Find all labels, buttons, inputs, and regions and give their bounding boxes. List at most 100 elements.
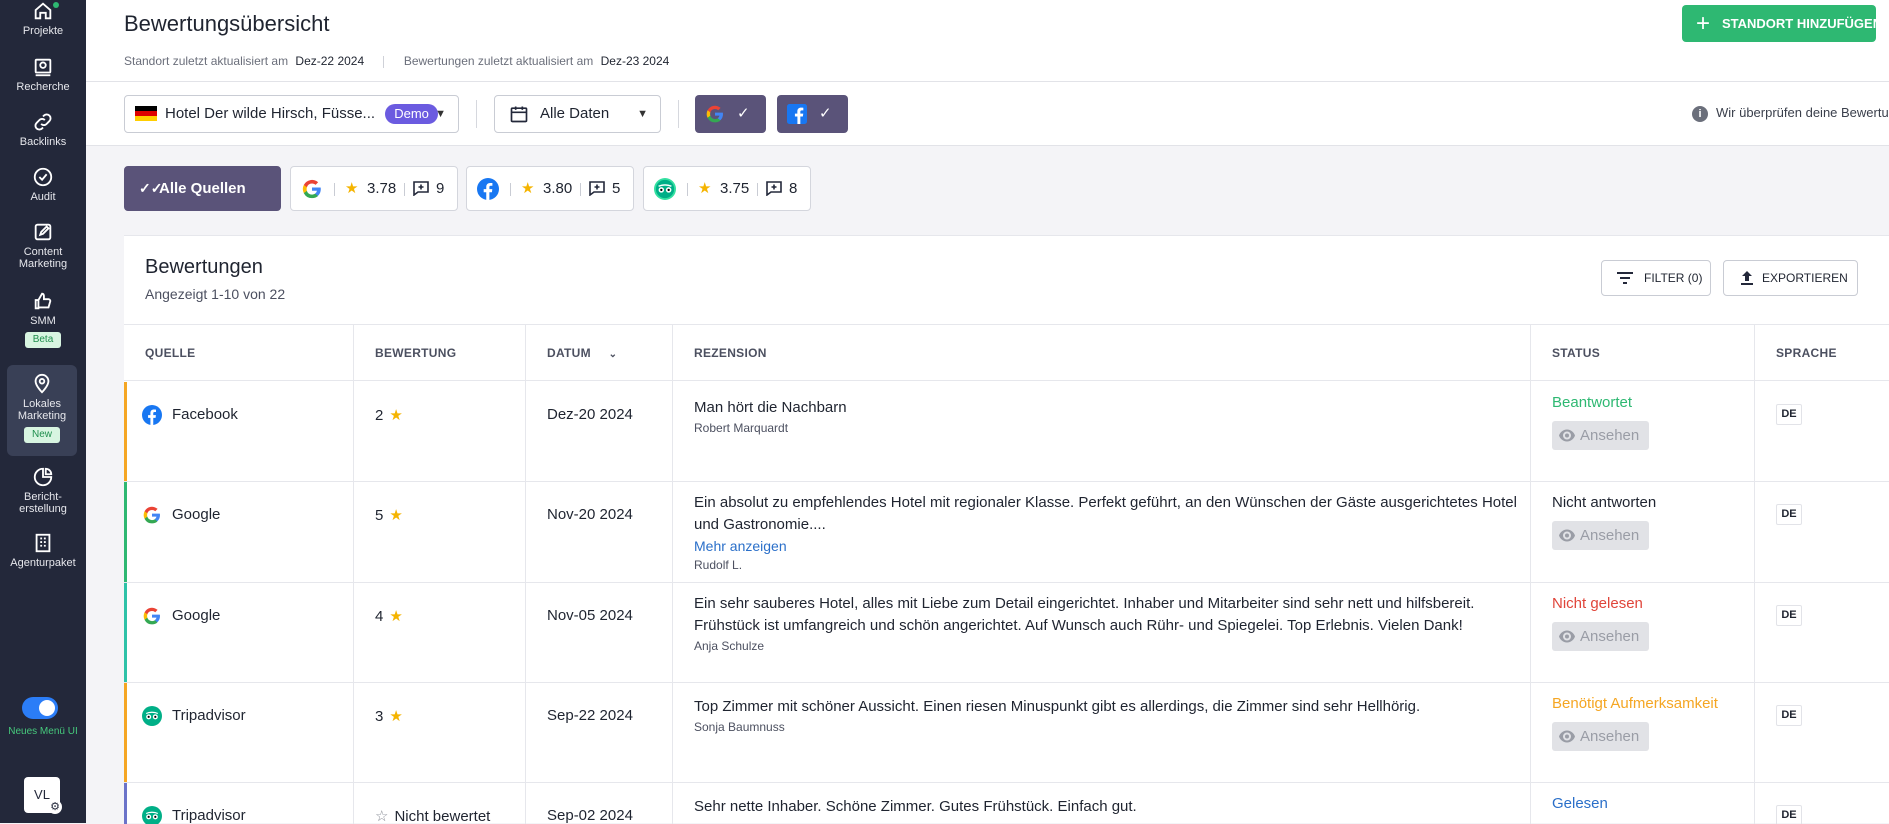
rating-value: 3: [375, 708, 384, 725]
date-cell: Sep-22 2024: [526, 683, 673, 782]
review-body: Sehr nette Inhaber. Schöne Zimmer. Gutes…: [694, 798, 1137, 815]
show-more-link[interactable]: Mehr anzeigen: [694, 536, 1534, 556]
date-select[interactable]: Alle Daten ▼: [494, 95, 661, 133]
filter-toolbar: Hotel Der wilde Hirsch, Füsse... Demo ▼ …: [86, 82, 1889, 146]
status-cell: Gelesen: [1531, 783, 1755, 824]
source-cell: Facebook: [124, 382, 354, 481]
reviews-updated-date: Dez-23 2024: [600, 54, 670, 68]
star-icon: ★: [389, 708, 403, 725]
table-row[interactable]: Google 4 ★ Nov-05 2024 Ein sehr sauberes …: [124, 583, 1889, 683]
rating: 3 ★: [375, 707, 403, 725]
facebook-review-count: 5: [612, 180, 621, 197]
all-sources-label: Alle Quellen: [159, 180, 246, 197]
view-button[interactable]: Ansehen: [1552, 722, 1649, 751]
google-logo-icon: [302, 179, 321, 199]
sidebar-item-agenturpaket[interactable]: Agenturpaket: [0, 532, 86, 569]
home-icon: [34, 2, 52, 20]
column-header-status: STATUS: [1531, 325, 1755, 382]
review-body: Ein sehr sauberes Hotel, alles mit Liebe…: [694, 595, 1475, 634]
rating-value: 2: [375, 407, 384, 424]
filter-button[interactable]: FILTER (0): [1601, 260, 1711, 296]
tripadvisor-logo-icon: [142, 706, 162, 726]
reviews-updated-label: Bewertungen zuletzt aktualisiert am: [403, 54, 594, 68]
tripadvisor-source-chip[interactable]: ★ 3.75 8: [643, 166, 811, 211]
notification-dot: [53, 2, 59, 8]
review-cell: Top Zimmer mit schöner Aussicht. Einen r…: [673, 683, 1531, 782]
status-label: Benötigt Aufmerksamkeit: [1552, 695, 1718, 712]
table-row[interactable]: Google 5 ★ Nov-20 2024 Ein absolut zu emp…: [124, 482, 1889, 583]
sidebar-item-label: Content Marketing: [18, 246, 68, 270]
export-button[interactable]: EXPORTIEREN: [1723, 260, 1858, 296]
page-title: Bewertungsübersicht: [124, 11, 330, 36]
eye-icon: [1559, 630, 1575, 643]
review-text: Ein absolut zu empfehlendes Hotel mit re…: [694, 492, 1534, 574]
google-logo-icon: [706, 105, 723, 123]
google-review-count: 9: [436, 180, 445, 197]
view-button[interactable]: Ansehen: [1552, 521, 1649, 550]
export-label: EXPORTIEREN: [1762, 271, 1848, 285]
sidebar-item-berichterstellung[interactable]: Bericht-erstellung: [0, 466, 86, 515]
star-icon: ★: [345, 180, 359, 197]
date-cell: Sep-02 2024: [526, 783, 673, 824]
all-sources-chip[interactable]: ✓✓ Alle Quellen: [124, 166, 281, 211]
german-flag-icon: [135, 106, 157, 121]
source-cell: Google: [124, 583, 354, 682]
location-select[interactable]: Hotel Der wilde Hirsch, Füsse... Demo ▼: [124, 95, 459, 133]
sidebar-item-backlinks[interactable]: Backlinks: [0, 111, 86, 148]
review-author: Anja Schulze: [694, 639, 765, 653]
source-cell: Tripadvisor: [124, 683, 354, 782]
language-badge: DE: [1776, 504, 1802, 525]
sidebar-item-content-marketing[interactable]: Content Marketing: [0, 221, 86, 270]
new-menu-toggle[interactable]: [22, 697, 58, 719]
sidebar-item-recherche[interactable]: Recherche: [0, 56, 86, 93]
sidebar-item-label: Audit: [30, 191, 56, 203]
view-label: Ansehen: [1580, 527, 1640, 544]
sidebar-item-lokales-marketing[interactable]: Lokales Marketing New: [7, 365, 77, 456]
status-cell: Beantwortet Ansehen: [1531, 382, 1755, 481]
tripadvisor-logo-icon: [142, 806, 162, 824]
chevron-down-icon: ▼: [435, 108, 446, 120]
divider: [687, 183, 688, 196]
sidebar-item-smm[interactable]: SMM Beta: [0, 290, 86, 348]
gear-icon[interactable]: ⚙: [48, 800, 62, 814]
table-row[interactable]: Tripadvisor 3 ★ Sep-22 2024 Top Zimmer mi…: [124, 683, 1889, 783]
view-button[interactable]: Ansehen: [1552, 622, 1649, 651]
facebook-rating: 3.80: [543, 180, 573, 197]
view-button[interactable]: Ansehen: [1552, 421, 1649, 450]
facebook-logo-icon: [142, 405, 162, 425]
facebook-logo-icon: [787, 104, 807, 124]
source-label: Tripadvisor: [142, 806, 246, 824]
update-info: Standort zuletzt aktualisiert am Dez-22 …: [124, 54, 669, 68]
review-body: Man hört die Nachbarn: [694, 399, 847, 416]
sidebar: Projekte Recherche Backlinks Audit Conte…: [0, 0, 86, 823]
reviews-count-label: Angezeigt 1-10 von 22: [145, 286, 286, 302]
review-body: Top Zimmer mit schöner Aussicht. Einen r…: [694, 698, 1421, 715]
rating-value: Nicht bewertet: [394, 808, 491, 824]
language-badge: DE: [1776, 605, 1802, 626]
eye-icon: [1559, 529, 1575, 542]
star-icon: ★: [389, 407, 403, 424]
column-header-bewertung: BEWERTUNG: [354, 325, 526, 382]
divider: [510, 183, 511, 196]
review-cell: Sehr nette Inhaber. Schöne Zimmer. Gutes…: [673, 783, 1531, 824]
sidebar-item-projekte[interactable]: Projekte: [0, 0, 86, 37]
facebook-source-chip[interactable]: ★ 3.80 5: [466, 166, 634, 211]
column-header-datum[interactable]: DATUM ⌄: [526, 325, 673, 382]
star-icon: ★: [389, 507, 403, 524]
demo-badge: Demo: [385, 104, 438, 125]
source-name: Facebook: [172, 406, 238, 423]
comment-icon: [413, 181, 429, 196]
facebook-source-toggle[interactable]: ✓: [777, 95, 848, 133]
review-cell: Man hört die Nachbarn Robert Marquardt: [673, 382, 1531, 481]
source-label: Google: [142, 506, 220, 524]
google-source-toggle[interactable]: ✓: [695, 95, 766, 133]
table-row[interactable]: Tripadvisor ☆ Nicht bewertet Sep-02 2024 …: [124, 783, 1889, 824]
view-label: Ansehen: [1580, 427, 1640, 444]
comment-icon: [589, 181, 605, 196]
table-row[interactable]: Facebook 2 ★ Dez-20 2024 Man hört die Nac…: [124, 382, 1889, 482]
google-source-chip[interactable]: ★ 3.78 9: [290, 166, 458, 211]
sidebar-item-audit[interactable]: Audit: [0, 166, 86, 203]
add-location-button[interactable]: + STANDORT HINZUFÜGEN: [1682, 5, 1882, 42]
source-cell: Tripadvisor: [124, 783, 354, 824]
review-author: Robert Marquardt: [694, 421, 789, 435]
